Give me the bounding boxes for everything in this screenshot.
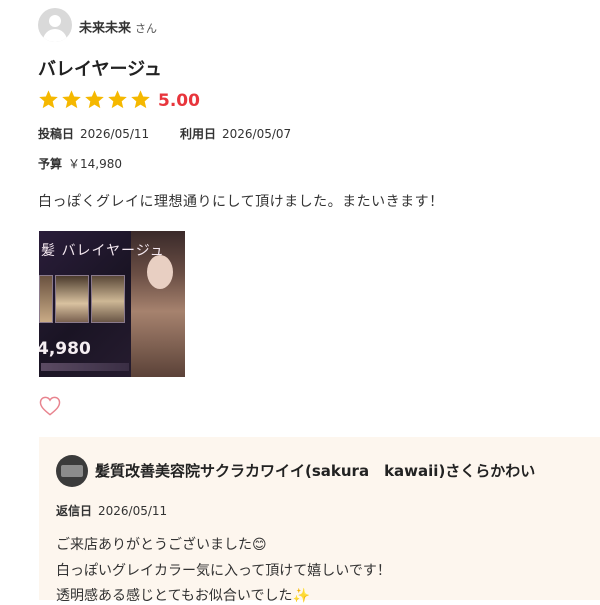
used-date-value: 2026/05/07 xyxy=(222,127,292,141)
used-date: 利用日 2026/05/07 xyxy=(180,125,291,142)
reply-line: ご来店ありがとうございました😊 xyxy=(56,537,267,553)
budget-label: 予算 xyxy=(38,157,63,171)
heart-icon[interactable] xyxy=(39,396,61,416)
posted-date-value: 2026/05/11 xyxy=(80,127,150,141)
reply-date-value: 2026/05/11 xyxy=(98,504,168,518)
reviewer-name-suffix: さん xyxy=(135,22,158,35)
avatar-head-icon xyxy=(49,15,61,27)
user-avatar xyxy=(38,8,72,42)
reply-line: 透明感ある感じとてもお似合いでした✨ xyxy=(56,588,310,604)
review-title: バレイヤージュ xyxy=(38,59,162,80)
photo-thumb xyxy=(91,275,125,323)
avatar-body-icon xyxy=(43,29,67,42)
photo-model-face xyxy=(147,255,173,289)
review-body: 白っぽくグレイに理想通りにして頂けました。またいきます！ xyxy=(38,194,444,210)
posted-date-label: 投稿日 xyxy=(38,127,75,141)
star-icon xyxy=(131,90,150,109)
star-rating xyxy=(38,89,151,110)
salon-logo-inner xyxy=(61,465,83,477)
posted-date: 投稿日 2026/05/11 xyxy=(38,125,149,142)
photo-fine-print xyxy=(41,363,129,371)
photo-thumb xyxy=(39,275,53,323)
star-icon xyxy=(85,90,104,109)
salon-name[interactable]: 髪質改善美容院サクラカワイイ(sakura kawaii)さくらかわい xyxy=(95,460,535,481)
budget: 予算 ￥14,980 xyxy=(38,155,122,172)
used-date-label: 利用日 xyxy=(180,127,217,141)
reviewer-name-text: 未来未来 xyxy=(79,21,132,36)
reply-line: 白っぽいグレイカラー気に入って頂けて嬉しいです！ xyxy=(56,563,391,579)
photo-price: 4,980 xyxy=(39,339,91,359)
star-icon xyxy=(62,90,81,109)
rating-value: 5.00 xyxy=(158,91,200,111)
photo-thumb xyxy=(55,275,89,323)
budget-value: ￥14,980 xyxy=(68,157,123,171)
review-photo[interactable]: 髪 バレイヤージュ 4,980 xyxy=(39,231,185,377)
star-icon xyxy=(39,90,58,109)
salon-logo xyxy=(56,455,88,487)
photo-title: 髪 バレイヤージュ xyxy=(41,243,165,259)
star-icon xyxy=(108,90,127,109)
reply-date: 返信日 2026/05/11 xyxy=(56,502,167,519)
reply-date-label: 返信日 xyxy=(56,504,93,518)
reviewer-name: 未来未来 さん xyxy=(79,17,157,36)
